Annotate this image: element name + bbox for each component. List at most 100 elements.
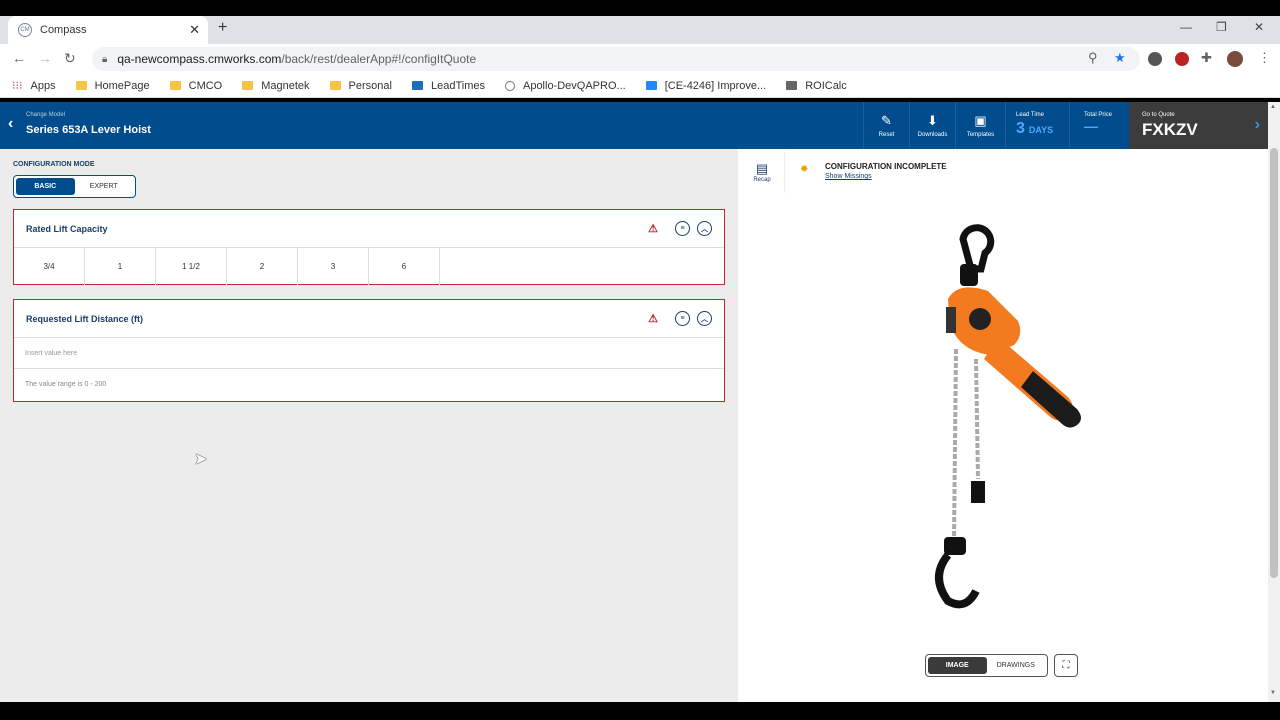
clipboard-icon: ▤	[755, 161, 769, 176]
configuration-panel: CONFIGURATION MODE BASIC EXPERT Rated Li…	[0, 149, 738, 702]
menu-dots-icon[interactable]: ⋮	[1258, 50, 1271, 66]
capacity-option[interactable]: 6	[369, 248, 440, 285]
back-chevron-icon[interactable]: ‹	[8, 115, 13, 133]
image-view-button[interactable]: IMAGE	[928, 657, 987, 674]
configuration-mode-toggle: BASIC EXPERT	[13, 175, 136, 198]
compass-favicon-icon: CM	[18, 23, 32, 37]
header-subtitle: Change Model	[26, 112, 66, 118]
lead-time-unit: DAYS	[1028, 125, 1054, 135]
fullscreen-icon[interactable]: ⛶	[1054, 654, 1078, 677]
divider	[784, 151, 785, 193]
close-tab-icon[interactable]: ✕	[189, 22, 200, 38]
filter-icon[interactable]: ≡	[675, 311, 690, 326]
scroll-down-icon[interactable]: ▼	[1270, 690, 1276, 696]
scrollbar[interactable]: ▲ ▼	[1268, 102, 1280, 702]
minimize-icon[interactable]: —	[1180, 20, 1192, 34]
restore-icon[interactable]: ❐	[1216, 20, 1227, 34]
bookmark-ce-4246[interactable]: [CE-4246] Improve...	[645, 80, 766, 92]
zoom-icon[interactable]: ⚲	[1088, 50, 1098, 66]
bookmark-star-icon[interactable]: ★	[1114, 50, 1126, 66]
lead-time-value: 3	[1016, 120, 1025, 137]
capacity-option[interactable]: 2	[227, 248, 298, 285]
mouse-cursor-icon: ➤	[194, 451, 208, 468]
templates-button[interactable]: ▣ Templates	[955, 102, 1005, 149]
bookmark-leadtimes[interactable]: LeadTimes	[411, 80, 485, 92]
sharepoint-icon	[411, 81, 423, 90]
lock-icon: 🔒︎	[102, 53, 108, 65]
folder-icon	[75, 81, 87, 90]
collapse-chevron-icon[interactable]: ︿	[697, 221, 712, 236]
quote-id: FXKZV	[1142, 120, 1198, 139]
gear-icon: ✹	[800, 164, 809, 175]
app-header: ‹ Change Model Series 653A Lever Hoist ✎…	[0, 102, 1268, 149]
bookmarks-bar: ⁝⁝⁝ Apps HomePage CMCO Magnetek Personal …	[0, 74, 1280, 98]
drawings-view-button[interactable]: DRAWINGS	[987, 657, 1046, 674]
scroll-up-icon[interactable]: ▲	[1270, 104, 1276, 110]
address-bar[interactable]: 🔒︎ qa-newcompass.cmworks.com /back/rest/…	[92, 47, 1140, 71]
folder-icon	[169, 81, 181, 90]
requested-lift-distance-title: Requested Lift Distance (ft)	[26, 313, 144, 324]
browser-tab[interactable]: CM Compass ✕	[8, 16, 208, 44]
view-mode-toggle: IMAGE DRAWINGS	[925, 654, 1048, 677]
bookmark-personal[interactable]: Personal	[329, 80, 392, 92]
rated-lift-capacity-title: Rated Lift Capacity	[26, 223, 108, 234]
eraser-icon: ✎	[881, 113, 892, 128]
value-range-hint: The value range is 0 - 200	[25, 381, 107, 388]
compass-icon	[504, 80, 515, 91]
mode-basic-button[interactable]: BASIC	[16, 178, 75, 195]
folder-icon	[242, 81, 254, 90]
bookmark-cmco[interactable]: CMCO	[169, 80, 222, 92]
shield-extension-icon[interactable]	[1175, 52, 1189, 66]
puzzle-icon[interactable]: ✚	[1201, 50, 1212, 66]
extension-icon[interactable]	[1148, 52, 1162, 66]
preview-panel: ▤ Recap ✹ CONFIGURATION INCOMPLETE Show …	[738, 149, 1268, 702]
collapse-chevron-icon[interactable]: ︿	[697, 311, 712, 326]
save-icon: ▣	[974, 113, 987, 128]
window-close-icon[interactable]: ✕	[1254, 20, 1264, 34]
capacity-option[interactable]: 3/4	[14, 248, 85, 285]
chevron-right-icon: ›	[1254, 116, 1260, 133]
lead-time-label: Lead Time	[1016, 112, 1045, 118]
scrollbar-thumb[interactable]	[1270, 148, 1278, 578]
capacity-option[interactable]: 1 1/2	[156, 248, 227, 285]
requested-lift-distance-card: Requested Lift Distance (ft) ⚠ ≡ ︿ Inser…	[13, 299, 725, 402]
back-icon[interactable]: ←	[12, 50, 26, 66]
reload-icon[interactable]: ↻	[64, 50, 76, 67]
folder-icon	[329, 81, 341, 90]
tab-title: Compass	[40, 24, 87, 36]
configuration-status-title: CONFIGURATION INCOMPLETE	[825, 162, 947, 171]
bookmark-homepage[interactable]: HomePage	[75, 80, 150, 92]
apps-grid-icon: ⁝⁝⁝	[12, 80, 23, 92]
calculator-icon	[786, 81, 798, 90]
bookmark-roicalc[interactable]: ROICalc	[786, 80, 847, 92]
reset-button[interactable]: ✎ Reset	[863, 102, 909, 149]
url-host: qa-newcompass.cmworks.com	[117, 52, 282, 66]
warning-icon: ⚠	[648, 223, 658, 235]
total-price-value: —	[1084, 118, 1098, 134]
go-to-quote-button[interactable]: Go to Quote FXKZV ›	[1129, 102, 1268, 149]
new-tab-button[interactable]: +	[218, 19, 227, 37]
jira-icon	[645, 81, 657, 90]
filter-icon[interactable]: ≡	[675, 221, 690, 236]
warning-icon: ⚠	[648, 313, 658, 325]
url-path: /back/rest/dealerApp#!/configItQuote	[281, 52, 477, 66]
avatar[interactable]	[1227, 51, 1243, 67]
show-missings-link[interactable]: Show Missings	[825, 173, 872, 180]
mode-expert-button[interactable]: EXPERT	[75, 178, 134, 195]
total-price: Total Price —	[1069, 102, 1129, 149]
browser-tab-bar: CM Compass ✕ + — ❐ ✕	[0, 16, 1280, 44]
lever-hoist-image	[935, 224, 1081, 609]
page-title: Series 653A Lever Hoist	[26, 124, 151, 136]
forward-icon[interactable]: →	[38, 50, 52, 66]
lift-distance-input[interactable]: Insert value here	[14, 338, 724, 369]
downloads-button[interactable]: ⬇ Downloads	[909, 102, 955, 149]
browser-toolbar: ← → ↻ 🔒︎ qa-newcompass.cmworks.com /back…	[0, 44, 1280, 74]
capacity-option[interactable]: 1	[85, 248, 156, 285]
go-to-quote-label: Go to Quote	[1142, 112, 1175, 118]
capacity-option[interactable]: 3	[298, 248, 369, 285]
bookmark-magnetek[interactable]: Magnetek	[242, 80, 310, 92]
bookmark-apollo[interactable]: Apollo-DevQAPRO...	[504, 80, 626, 92]
bookmark-apps[interactable]: ⁝⁝⁝ Apps	[12, 79, 56, 93]
recap-button[interactable]: ▤ Recap	[750, 161, 774, 183]
download-icon: ⬇	[927, 113, 938, 128]
